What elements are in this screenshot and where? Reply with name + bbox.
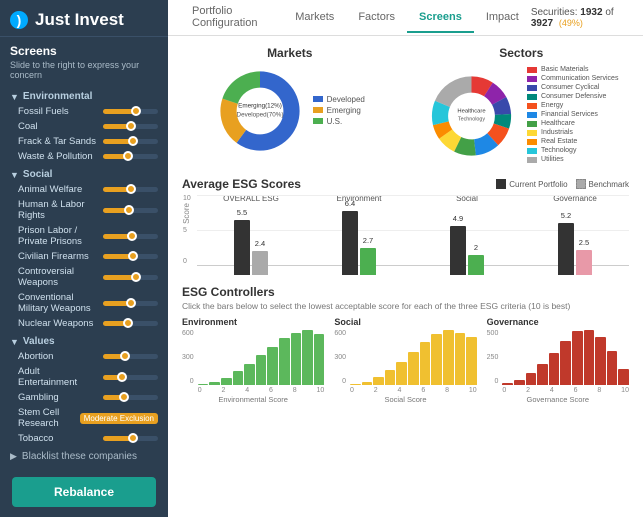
screen-nuclear: Nuclear Weapons <box>0 316 168 331</box>
screen-prison-labor: Prison Labor / Private Prisons <box>0 223 168 249</box>
blacklist-action[interactable]: ▶ Blacklist these companies <box>0 446 168 465</box>
category-label: Values <box>23 336 55 347</box>
screen-gambling: Gambling <box>0 390 168 405</box>
svg-text:Technology: Technology <box>458 116 486 122</box>
category-label: Environmental <box>23 91 92 102</box>
svg-text:Developed(70%): Developed(70%) <box>236 111 283 118</box>
screen-animal-welfare: Animal Welfare <box>0 182 168 197</box>
screen-abortion: Abortion <box>0 349 168 364</box>
markets-chart-title: Markets <box>182 46 398 60</box>
env-axis-label: Environmental Score <box>182 395 324 404</box>
gov-axis-label: Governance Score <box>487 395 629 404</box>
gov-histogram-bars[interactable] <box>502 330 629 385</box>
chevron-right-icon: ▶ <box>10 451 17 462</box>
social-histogram-bars[interactable] <box>350 330 477 385</box>
securities-current: 1932 <box>580 7 602 18</box>
category-social[interactable]: ▼ Social <box>0 164 168 182</box>
securities-pct: (49%) <box>559 18 583 28</box>
svg-text:Healthcare: Healthcare <box>457 108 485 114</box>
sidebar-scroll: ▼ Environmental Fossil Fuels Coal Frack … <box>0 86 168 469</box>
social-axis-label: Social Score <box>334 395 476 404</box>
tab-markets[interactable]: Markets <box>283 3 346 33</box>
screen-frack: Frack & Tar Sands <box>0 134 168 149</box>
moderate-exclusion-badge: Moderate Exclusion <box>80 413 158 424</box>
securities-info: Securities: 1932 of 3927 (49%) <box>531 7 631 29</box>
whitelist-action[interactable]: ▶ Whitelist these companies <box>0 465 168 469</box>
controllers-title: ESG Controllers <box>182 285 629 299</box>
screen-conventional-military: Conventional Military Weapons <box>0 290 168 316</box>
screen-controversial-weapons: Controversial Weapons <box>0 264 168 290</box>
chevron-icon: ▼ <box>10 337 19 347</box>
screens-sub: Slide to the right to express your conce… <box>0 60 168 86</box>
category-environmental[interactable]: ▼ Environmental <box>0 86 168 104</box>
tab-impact[interactable]: Impact <box>474 3 531 33</box>
sectors-pie-chart: Healthcare Technology <box>424 71 519 161</box>
controller-environment: Environment 6003000 <box>182 317 324 404</box>
sectors-chart-title: Sectors <box>414 46 630 60</box>
securities-total: 3927 <box>531 18 553 29</box>
sectors-legend: Basic Materials Communication Services C… <box>527 66 618 165</box>
screen-human-labor: Human & Labor Rights <box>0 197 168 223</box>
screen-civilian-firearms: Civilian Firearms <box>0 249 168 264</box>
screens-label: Screens <box>0 37 168 60</box>
markets-chart-section: Markets Emerging(12%) Developed(70%) Dev… <box>182 46 398 165</box>
screen-tobacco: Tobacco <box>0 431 168 446</box>
app-title: Just Invest <box>35 10 124 30</box>
svg-text:Emerging(12%): Emerging(12%) <box>238 102 282 109</box>
rebalance-button[interactable]: Rebalance <box>12 477 156 507</box>
tab-screens[interactable]: Screens <box>407 3 474 33</box>
esg-legend: Current Portfolio Benchmark <box>496 179 629 189</box>
tab-factors[interactable]: Factors <box>346 3 407 33</box>
app-logo: ) <box>10 11 28 29</box>
chevron-icon: ▼ <box>10 170 19 180</box>
esg-title: Average ESG Scores <box>182 177 301 191</box>
screen-waste: Waste & Pollution <box>0 149 168 164</box>
controller-governance: Governance 5002500 <box>487 317 629 404</box>
markets-pie-container: Emerging(12%) Developed(70%) Developed E… <box>182 66 398 156</box>
screen-adult-entertainment: Adult Entertainment <box>0 364 168 390</box>
screen-stem-cell: Stem Cell Research Moderate Exclusion <box>0 405 168 431</box>
main-panel: Portfolio Configuration Markets Factors … <box>168 0 643 517</box>
category-label: Social <box>23 169 52 180</box>
sectors-pie-container: Healthcare Technology Basic Materials Co… <box>414 66 630 165</box>
markets-sectors-row: Markets Emerging(12%) Developed(70%) Dev… <box>182 46 629 165</box>
tab-portfolio-configuration[interactable]: Portfolio Configuration <box>180 0 283 39</box>
content-area: Markets Emerging(12%) Developed(70%) Dev… <box>168 36 643 517</box>
esg-scores-section: Average ESG Scores Current Portfolio Ben… <box>182 177 629 275</box>
controllers-row: Environment 6003000 <box>182 317 629 404</box>
category-values[interactable]: ▼ Values <box>0 331 168 349</box>
env-histogram-bars[interactable] <box>198 330 325 385</box>
controller-env-label: Environment <box>182 317 324 327</box>
sidebar: ) Just Invest Screens Slide to the right… <box>0 0 168 517</box>
screen-coal: Coal <box>0 119 168 134</box>
chevron-icon: ▼ <box>10 92 19 102</box>
controller-social-label: Social <box>334 317 476 327</box>
sidebar-header: ) Just Invest <box>0 0 168 37</box>
markets-pie-chart: Emerging(12%) Developed(70%) <box>215 66 305 156</box>
controllers-subtitle: Click the bars below to select the lowes… <box>182 301 629 311</box>
controllers-section: ESG Controllers Click the bars below to … <box>182 285 629 404</box>
controller-social: Social 6003000 <box>334 317 476 404</box>
sectors-chart-section: Sectors Healthcare <box>414 46 630 165</box>
controller-gov-label: Governance <box>487 317 629 327</box>
markets-legend: Developed Emerging U.S. <box>313 95 365 128</box>
top-nav: Portfolio Configuration Markets Factors … <box>168 0 643 36</box>
screen-fossil-fuels: Fossil Fuels <box>0 104 168 119</box>
